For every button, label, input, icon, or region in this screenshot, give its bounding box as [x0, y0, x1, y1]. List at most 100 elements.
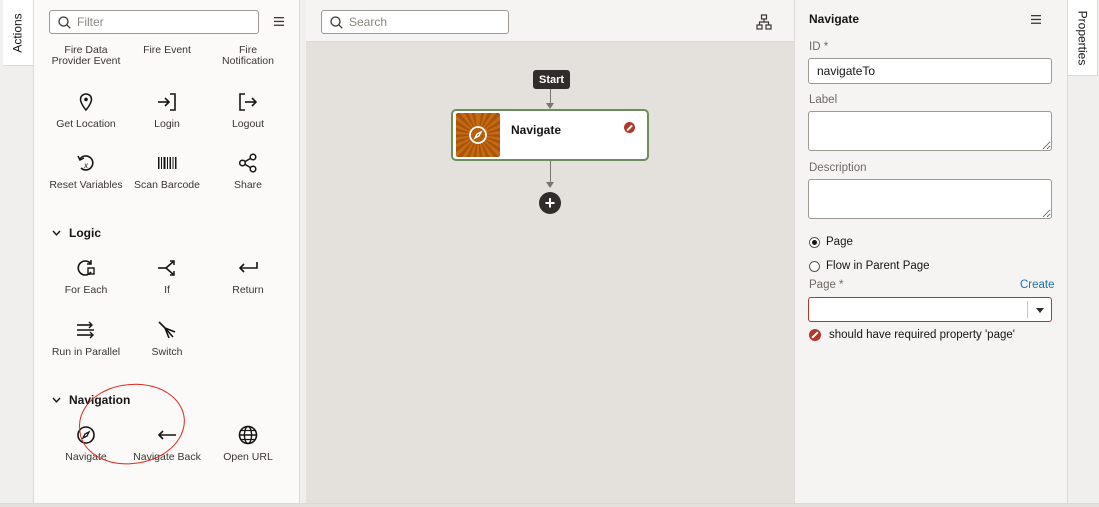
radio-page-button[interactable] — [809, 236, 820, 248]
action-scan-barcode[interactable]: Scan Barcode — [122, 151, 212, 191]
filter-field[interactable] — [49, 10, 259, 34]
action-label: Scan Barcode — [134, 179, 200, 191]
navigate-node[interactable]: Navigate — [451, 109, 649, 161]
navigate-node-icon — [456, 113, 500, 157]
action-label: Navigate — [65, 451, 107, 463]
action-label: Navigate Back — [133, 451, 201, 463]
caret-down-icon[interactable] — [1036, 308, 1044, 313]
hamburger-icon — [274, 16, 284, 26]
action-get-location[interactable]: Get Location — [41, 90, 131, 130]
right-rail: Properties — [1067, 0, 1099, 507]
section-logic-title: Logic — [69, 226, 101, 240]
action-switch[interactable]: Switch — [122, 318, 212, 358]
svg-text:x: x — [83, 161, 89, 170]
action-label: Notification — [222, 55, 274, 67]
connector-line — [550, 161, 551, 183]
action-label: Logout — [231, 118, 265, 130]
label-label: Label — [809, 94, 838, 106]
switch-icon — [158, 321, 176, 339]
action-label: If — [164, 284, 170, 296]
add-step-button[interactable]: + — [539, 192, 561, 214]
action-for-each[interactable]: For Each — [41, 256, 131, 296]
page-select[interactable] — [808, 297, 1052, 322]
reset-variables-icon: x — [77, 155, 94, 171]
flow-canvas[interactable]: Start Navigate + — [306, 0, 794, 503]
label-textarea[interactable] — [808, 111, 1052, 151]
bottom-border — [0, 503, 1099, 507]
tab-actions-label: Actions — [11, 12, 26, 53]
radio-page[interactable]: Page — [809, 236, 853, 248]
section-navigation-title: Navigation — [69, 393, 131, 407]
id-label: ID * — [809, 41, 829, 53]
action-fire-event[interactable]: Fire Event — [122, 45, 212, 56]
action-return[interactable]: Return — [203, 256, 293, 296]
properties-menu-button[interactable] — [1031, 11, 1041, 27]
action-if[interactable]: If — [122, 256, 212, 296]
action-reset-variables[interactable]: x Reset Variables — [41, 151, 131, 191]
action-label: Fire Event — [143, 44, 191, 56]
action-navigate[interactable]: Navigate — [41, 423, 131, 463]
logout-icon — [239, 93, 258, 111]
palette-menu-button[interactable] — [270, 13, 288, 29]
properties-panel: Navigate ID * Label Description Page Flo… — [794, 0, 1067, 503]
action-run-in-parallel[interactable]: Run in Parallel — [41, 318, 131, 358]
error-icon — [809, 329, 821, 341]
description-label: Description — [809, 162, 867, 174]
search-icon — [58, 15, 71, 29]
tab-actions[interactable]: Actions — [3, 0, 34, 66]
canvas-toolbar — [306, 0, 794, 42]
description-textarea[interactable] — [808, 179, 1052, 219]
share-icon — [238, 153, 257, 173]
login-icon — [158, 93, 176, 111]
action-label: Provider Event — [51, 55, 121, 67]
page-label: Page * — [809, 279, 844, 291]
action-fire-data-provider-event[interactable]: Fire Data Provider Event — [41, 45, 131, 67]
action-share[interactable]: Share — [203, 151, 293, 191]
action-label: Reset Variables — [49, 179, 123, 191]
tab-properties[interactable]: Properties — [1068, 0, 1098, 76]
action-fire-notification[interactable]: Fire Notification — [203, 45, 293, 67]
radio-flow-label: Flow in Parent Page — [826, 260, 930, 272]
actions-palette: Fire Data Provider Event Fire Event Fire… — [34, 0, 300, 503]
navigate-node-title: Navigate — [511, 123, 562, 137]
canvas-search-field[interactable] — [321, 10, 509, 34]
create-link[interactable]: Create — [1020, 279, 1055, 291]
radio-flow-button[interactable] — [809, 260, 820, 272]
properties-title: Navigate — [809, 12, 860, 26]
action-logout[interactable]: Logout — [203, 90, 293, 130]
back-arrow-icon — [157, 430, 176, 440]
return-icon — [238, 262, 258, 273]
hamburger-icon — [1031, 15, 1041, 24]
action-label: Switch — [151, 346, 183, 358]
compass-icon — [77, 426, 95, 444]
action-navigate-back[interactable]: Navigate Back — [122, 423, 212, 463]
action-open-url[interactable]: Open URL — [203, 423, 293, 463]
action-label: Open URL — [223, 451, 273, 463]
action-label: Share — [233, 179, 263, 191]
validation-error-text: should have required property 'page' — [829, 329, 1015, 341]
canvas-search-input[interactable] — [349, 15, 499, 29]
tab-properties-label: Properties — [1075, 10, 1090, 65]
action-login[interactable]: Login — [122, 90, 212, 130]
action-label: Get Location — [56, 118, 116, 130]
connector-line — [550, 89, 551, 104]
action-label: Login — [154, 118, 180, 130]
palette-header — [34, 0, 299, 42]
loop-icon — [77, 260, 95, 276]
action-label: Return — [232, 284, 264, 296]
filter-input[interactable] — [77, 15, 247, 29]
section-navigation-header[interactable]: Navigation — [52, 393, 130, 407]
id-input[interactable] — [808, 58, 1052, 84]
barcode-icon — [158, 157, 177, 169]
compass-icon — [469, 126, 487, 144]
radio-page-label: Page — [826, 236, 853, 248]
radio-flow-in-parent-page[interactable]: Flow in Parent Page — [809, 260, 930, 272]
chevron-down-icon — [52, 230, 61, 236]
branch-icon — [158, 260, 175, 276]
start-node[interactable]: Start — [533, 70, 571, 89]
chevron-down-icon — [52, 397, 61, 403]
search-icon — [330, 15, 343, 29]
error-icon — [624, 121, 635, 133]
section-logic-header[interactable]: Logic — [52, 226, 101, 240]
hierarchy-icon[interactable] — [756, 14, 772, 30]
